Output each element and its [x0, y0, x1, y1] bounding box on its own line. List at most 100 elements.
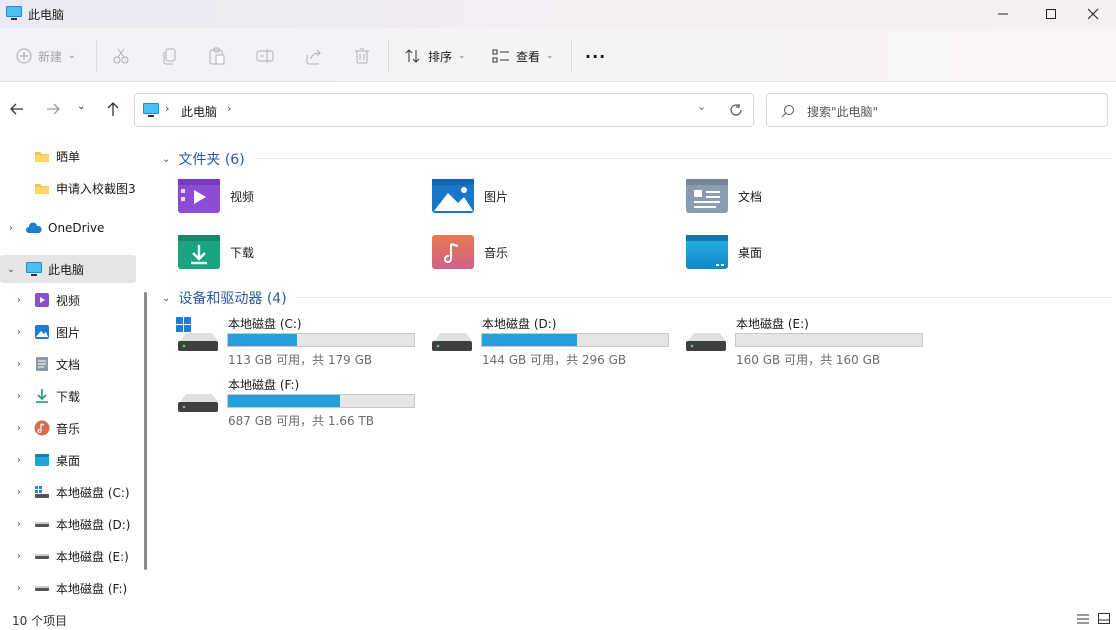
chevron-right-icon[interactable]: ›	[14, 487, 24, 498]
sidebar-item-videos[interactable]: › 视频	[0, 286, 136, 314]
address-bar[interactable]: › 此电脑 › ⌄	[134, 93, 754, 127]
sidebar-item-label: 此电脑	[48, 262, 85, 277]
view-button[interactable]: 查看 ⌄	[492, 40, 554, 72]
chevron-right-icon[interactable]: ›	[14, 391, 24, 402]
sidebar-item-onedrive[interactable]: › OneDrive	[0, 214, 136, 242]
chevron-right-icon[interactable]: ›	[6, 223, 16, 234]
chevron-right-icon[interactable]: ›	[14, 583, 24, 594]
chevron-down-icon: ⌄	[162, 153, 171, 165]
sidebar-item-screenshots[interactable]: 申请入校截图3	[0, 174, 136, 202]
breadcrumb-this-pc[interactable]: 此电脑	[181, 103, 217, 120]
maximize-icon	[1046, 9, 1056, 19]
chevron-right-icon[interactable]: ›	[14, 423, 24, 434]
close-button[interactable]	[1070, 0, 1116, 28]
maximize-button[interactable]	[1028, 0, 1074, 28]
drive-icon	[686, 333, 726, 351]
folder-label: 文档	[738, 189, 763, 204]
search-box[interactable]: 搜索"此电脑"	[766, 93, 1108, 127]
sidebar-item-label: 音乐	[56, 421, 81, 436]
scissors-icon	[113, 48, 129, 64]
copy-icon	[163, 48, 176, 65]
status-bar: 10 个项目	[0, 608, 1116, 630]
folder-music[interactable]: 音乐	[432, 235, 508, 269]
chevron-right-icon[interactable]: ›	[14, 519, 24, 530]
sidebar-item-label: OneDrive	[48, 221, 105, 235]
folder-downloads[interactable]: 下载	[178, 235, 254, 269]
share-button[interactable]	[305, 40, 323, 72]
folder-label: 音乐	[484, 245, 509, 260]
drive-usage-bar	[481, 333, 669, 347]
drive-e[interactable]: 本地磁盘 (E:) 160 GB 可用，共 160 GB	[684, 314, 924, 368]
breadcrumb-separator-icon[interactable]: ›	[227, 102, 231, 115]
sort-button[interactable]: 排序 ⌄	[404, 40, 466, 72]
forward-button[interactable]	[44, 100, 64, 120]
drive-usage-text: 113 GB 可用，共 179 GB	[228, 353, 373, 367]
sidebar-item-drive-f[interactable]: › 本地磁盘 (F:)	[0, 574, 136, 602]
copy-button[interactable]	[161, 40, 179, 72]
desktop-folder-icon	[686, 235, 728, 269]
group-divider	[296, 297, 1112, 298]
drive-label: 本地磁盘 (E:)	[736, 317, 809, 331]
drive-usage-text: 144 GB 可用，共 296 GB	[482, 353, 627, 367]
content-pane: ⌄ 文件夹 (6) 视频 图片 文档 下载 音乐 桌面 ⌄ 设备和驱动器 (4)…	[156, 138, 1114, 608]
share-icon	[306, 49, 322, 65]
sidebar-item-label: 本地磁盘 (F:)	[56, 581, 128, 596]
picture-icon	[35, 325, 49, 339]
cut-button[interactable]	[112, 40, 130, 72]
chevron-right-icon[interactable]: ›	[14, 359, 24, 370]
folder-documents[interactable]: 文档	[686, 179, 762, 213]
delete-button[interactable]	[353, 40, 371, 72]
back-button[interactable]	[8, 100, 28, 120]
drive-d[interactable]: 本地磁盘 (D:) 144 GB 可用，共 296 GB	[430, 314, 670, 368]
chevron-down-icon[interactable]: ⌄	[6, 264, 16, 275]
sidebar-item-shaidan[interactable]: 晒单	[0, 142, 136, 170]
more-options-button[interactable]: ···	[585, 40, 606, 72]
drives-group-header[interactable]: ⌄ 设备和驱动器 (4)	[162, 288, 287, 308]
sidebar-item-downloads[interactable]: › 下载	[0, 382, 136, 410]
sidebar-item-this-pc[interactable]: ⌄ 此电脑	[0, 255, 136, 283]
folders-group-header[interactable]: ⌄ 文件夹 (6)	[162, 149, 245, 169]
folder-videos[interactable]: 视频	[178, 179, 254, 213]
chevron-right-icon[interactable]: ›	[14, 295, 24, 306]
sidebar-item-pictures[interactable]: › 图片	[0, 318, 136, 346]
rename-button[interactable]	[256, 40, 274, 72]
chevron-right-icon[interactable]: ›	[14, 551, 24, 562]
up-button[interactable]	[104, 100, 124, 120]
minimize-button[interactable]	[980, 0, 1026, 28]
refresh-icon[interactable]	[729, 103, 743, 117]
drive-usage-text: 687 GB 可用，共 1.66 TB	[228, 414, 374, 428]
folder-pictures[interactable]: 图片	[432, 179, 508, 213]
drive-c[interactable]: 本地磁盘 (C:) 113 GB 可用，共 179 GB	[176, 314, 416, 368]
tiles-view-icon[interactable]	[1097, 612, 1111, 625]
drive-icon	[35, 554, 49, 559]
paste-button[interactable]	[208, 40, 226, 72]
drive-usage-bar	[227, 333, 415, 347]
folder-desktop[interactable]: 桌面	[686, 235, 762, 269]
sidebar-scrollbar[interactable]	[144, 292, 147, 570]
sidebar-item-documents[interactable]: › 文档	[0, 350, 136, 378]
chevron-right-icon[interactable]: ›	[14, 455, 24, 466]
sort-icon	[405, 49, 420, 63]
drive-f[interactable]: 本地磁盘 (F:) 687 GB 可用，共 1.66 TB	[176, 375, 416, 429]
sidebar-item-drive-c[interactable]: › 本地磁盘 (C:)	[0, 478, 136, 506]
chevron-down-icon[interactable]: ⌄	[697, 100, 706, 113]
folder-label: 下载	[230, 245, 255, 260]
document-icon	[36, 357, 48, 371]
picture-folder-icon	[432, 179, 474, 213]
drive-usage-text: 160 GB 可用，共 160 GB	[736, 353, 881, 367]
sidebar-item-drive-e[interactable]: › 本地磁盘 (E:)	[0, 542, 136, 570]
sidebar-item-music[interactable]: › 音乐	[0, 414, 136, 442]
new-button[interactable]: 新建 ⌄	[16, 40, 76, 72]
sidebar-item-desktop[interactable]: › 桌面	[0, 446, 136, 474]
drive-label: 本地磁盘 (D:)	[482, 317, 557, 331]
close-icon	[1087, 8, 1099, 20]
cloud-icon	[26, 222, 42, 233]
sidebar-item-label: 视频	[56, 293, 81, 308]
recent-locations-button[interactable]: ⌄	[77, 101, 91, 117]
sidebar-item-drive-d[interactable]: › 本地磁盘 (D:)	[0, 510, 136, 538]
clipboard-icon	[209, 47, 225, 65]
chevron-right-icon[interactable]: ›	[14, 327, 24, 338]
search-icon	[781, 105, 794, 118]
video-folder-icon	[178, 179, 220, 213]
details-view-icon[interactable]	[1076, 613, 1090, 625]
